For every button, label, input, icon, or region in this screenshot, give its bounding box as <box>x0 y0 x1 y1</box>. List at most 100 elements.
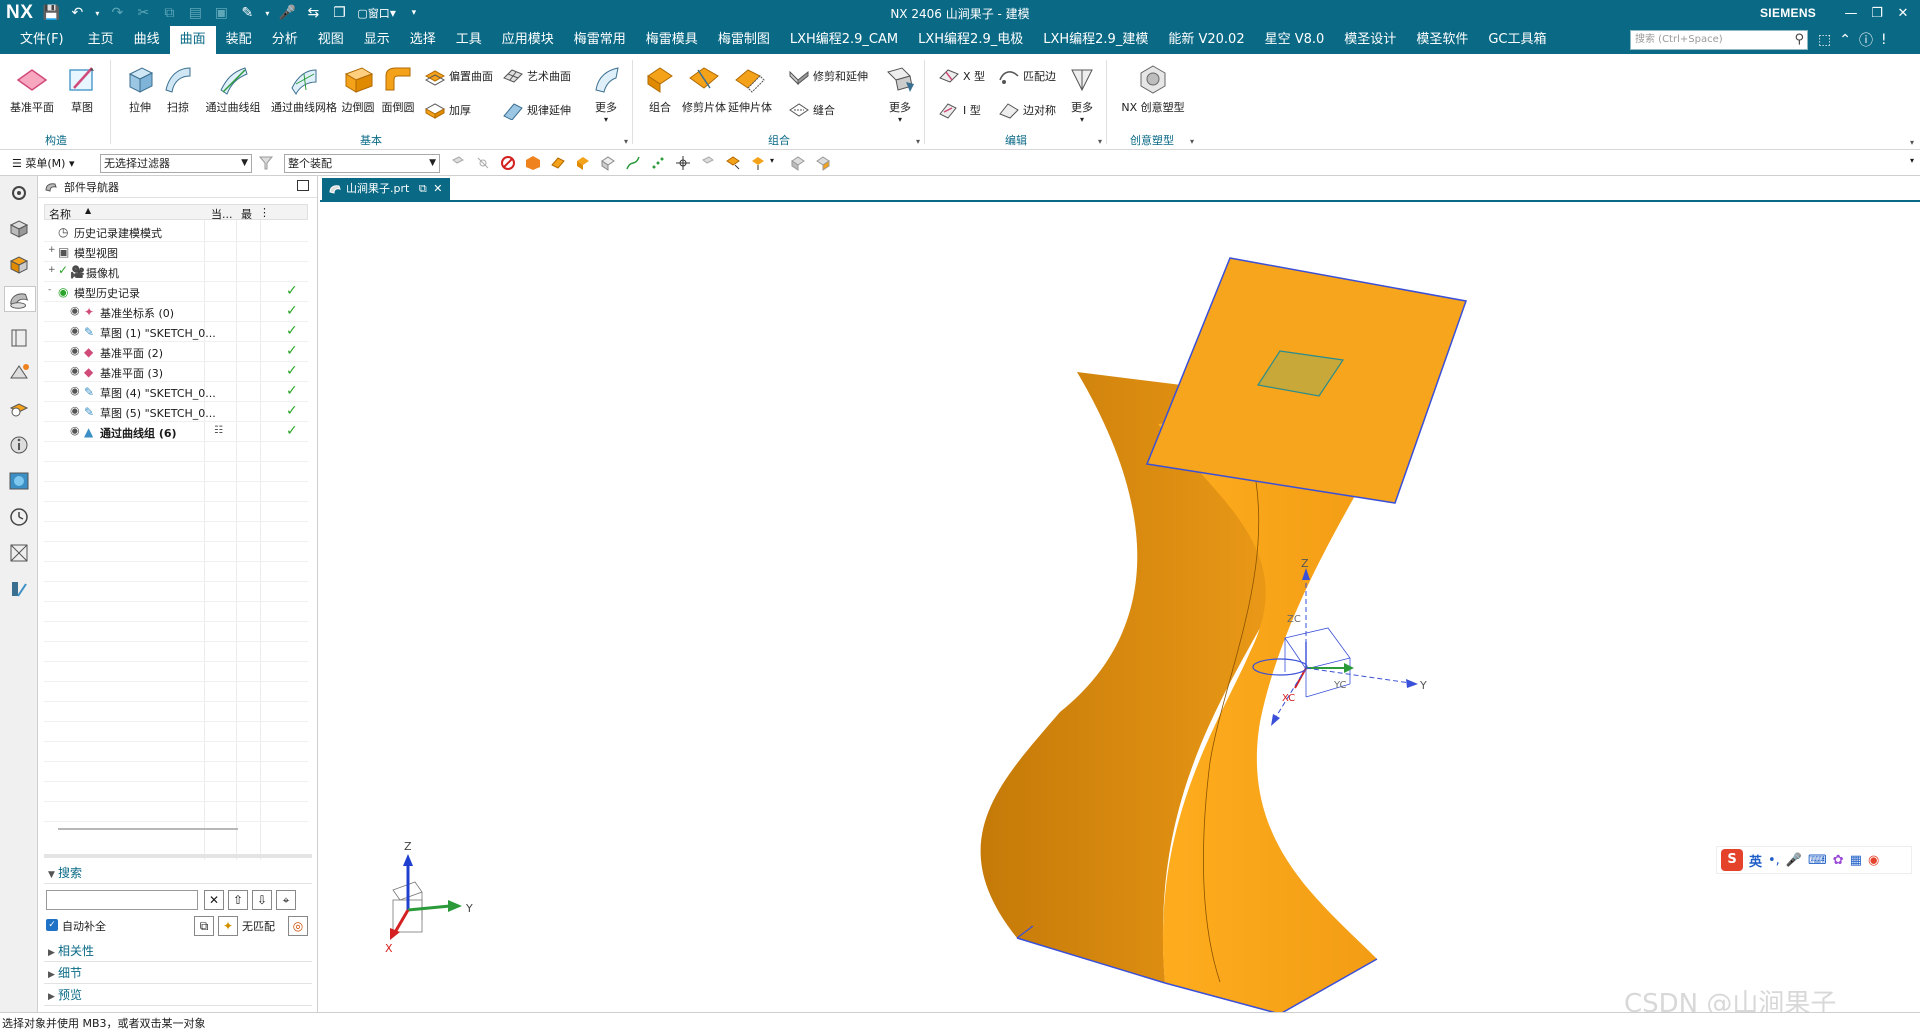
tab-float-icon[interactable]: ⧉ <box>419 182 427 195</box>
nx-creative-button[interactable]: NX 创意塑型 <box>1118 62 1188 115</box>
panel-splitter[interactable] <box>44 854 312 858</box>
visibility-eye-icon[interactable]: ◉ <box>70 304 80 317</box>
search-options-icon[interactable]: ⌖ <box>276 890 296 910</box>
history-clock-icon[interactable] <box>6 504 32 530</box>
settings-gear-icon[interactable] <box>6 180 32 206</box>
close-icon[interactable]: ✕ <box>1892 6 1914 21</box>
copy-icon[interactable]: ⧉ <box>159 3 179 23</box>
ime-voice-icon[interactable]: 🎤 <box>1786 853 1802 868</box>
fullscreen-icon[interactable]: ⬚ <box>1818 32 1831 48</box>
menu-surface[interactable]: 曲面 <box>169 26 216 54</box>
selection-filter-select[interactable]: 无选择过滤器 ▼ <box>100 154 252 173</box>
navigator-tree-row[interactable]: ◷ 历史记录建模模式 <box>44 222 308 242</box>
reuse-library-icon[interactable] <box>6 324 32 350</box>
collapse-node-icon[interactable]: - <box>48 285 51 295</box>
menu-assembly[interactable]: 装配 <box>216 26 262 54</box>
snap-dropdown-icon[interactable]: ▾ <box>770 156 774 165</box>
face-blend-button[interactable]: 面倒圆 <box>374 62 422 115</box>
sort-ascending-icon[interactable]: ▲ <box>85 206 91 215</box>
toolbar-options-dropdown-icon[interactable]: ▾ <box>1910 156 1914 165</box>
datum-plane-button[interactable]: 基准平面 <box>4 62 60 115</box>
x-form-button[interactable]: X 型 <box>938 66 985 86</box>
navigator-tree-row[interactable]: ◉ ◆ 基准平面 (2) ✓ <box>44 342 308 362</box>
alert-icon[interactable]: ! <box>1881 32 1887 48</box>
select-all-bodies-icon[interactable] <box>815 155 831 171</box>
snap-options-icon[interactable] <box>750 155 766 171</box>
visibility-eye-icon[interactable]: ◉ <box>70 364 80 377</box>
ime-language-toggle[interactable]: 英 <box>1749 851 1762 870</box>
trim-extend-button[interactable]: 修剪和延伸 <box>788 66 868 86</box>
system-materials-icon[interactable] <box>6 540 32 566</box>
filter-icon[interactable] <box>258 155 274 171</box>
sweep-button[interactable]: 扫掠 <box>150 62 206 115</box>
menu-meilei-common[interactable]: 梅雷常用 <box>564 26 636 54</box>
view-orientation-triad[interactable]: Z Y X <box>385 840 473 955</box>
collapse-ribbon-icon[interactable]: ⌃ <box>1839 32 1851 48</box>
ime-toolbox-icon[interactable]: ▦ <box>1850 853 1862 868</box>
search-section-header[interactable]: ▼ 搜索 <box>44 862 312 884</box>
through-curve-mesh-button[interactable]: 通过曲线网格 <box>268 62 340 115</box>
curve-select-icon[interactable] <box>625 155 641 171</box>
relations-section-header[interactable]: ▶ 相关性 <box>44 940 312 962</box>
constraint-navigator-icon[interactable] <box>6 252 32 278</box>
column-current-header[interactable]: 当... <box>211 206 233 222</box>
menu-tools[interactable]: 工具 <box>446 26 492 54</box>
studio-surface-button[interactable]: 艺术曲面 <box>502 66 571 86</box>
tab-close-icon[interactable]: ✕ <box>433 182 442 195</box>
preview-section-header[interactable]: ▶ 预览 <box>44 984 312 1006</box>
menu-xingkong[interactable]: 星空 V8.0 <box>1255 26 1335 54</box>
menu-file[interactable]: 文件(F) <box>0 26 78 54</box>
edge-symmetry-button[interactable]: 边对称 <box>998 100 1056 120</box>
redo-icon[interactable]: ↷ <box>107 3 127 23</box>
law-extension-button[interactable]: 规律延伸 <box>502 100 571 120</box>
snap-point-icon[interactable] <box>675 155 691 171</box>
i-form-button[interactable]: I 型 <box>938 100 981 120</box>
face-select-icon[interactable] <box>575 155 591 171</box>
navigator-tree-row[interactable]: ◉ ✎ 草图 (1) "SKETCH_0... ✓ <box>44 322 308 342</box>
clear-search-icon[interactable]: ✕ <box>204 890 224 910</box>
document-tab[interactable]: 山涧果子.prt ⧉ ✕ <box>322 178 451 200</box>
navigator-tree-row[interactable]: + ✓ 🎥 摄像机 <box>44 262 308 282</box>
offset-surface-button[interactable]: 偏置曲面 <box>424 66 493 86</box>
menu-mosheng-software[interactable]: 模圣软件 <box>1406 26 1478 54</box>
menu-button[interactable]: ☰ 菜单(M) ▾ <box>0 155 96 171</box>
sew-button[interactable]: 缝合 <box>788 100 835 120</box>
show-hidden-icon[interactable] <box>790 155 806 171</box>
maximize-panel-icon[interactable] <box>297 180 309 191</box>
selection-scope-select[interactable]: 整个装配 ▼ <box>284 154 440 173</box>
help-icon[interactable]: ⓘ <box>1859 30 1873 50</box>
microphone-icon[interactable]: 🎤 <box>277 3 297 23</box>
palette-icon[interactable] <box>6 468 32 494</box>
select-chain-icon[interactable] <box>700 155 716 171</box>
part-navigator-icon[interactable] <box>4 286 36 312</box>
navigator-tree-row[interactable]: + ▣ 模型视图 <box>44 242 308 262</box>
through-curves-button[interactable]: 通过曲线组 <box>200 62 266 115</box>
column-name-header[interactable]: 名称 <box>49 206 71 222</box>
customize-quick-access-icon[interactable]: ▾ <box>404 3 424 23</box>
group-edit-dropdown-icon[interactable]: ▾ <box>1098 137 1102 146</box>
info-icon[interactable] <box>6 432 32 458</box>
undo-icon[interactable]: ↶ <box>67 3 87 23</box>
sketch-button[interactable]: 草图 <box>54 62 110 115</box>
copy-results-icon[interactable]: ⧉ <box>194 916 214 936</box>
menu-analysis[interactable]: 分析 <box>262 26 308 54</box>
touch-dropdown-icon[interactable]: ▾ <box>263 3 271 23</box>
navigator-search-input[interactable] <box>46 890 198 910</box>
visibility-eye-icon[interactable]: ◉ <box>70 324 80 337</box>
ime-punctuation-icon[interactable]: •, <box>1768 853 1780 868</box>
menu-home[interactable]: 主页 <box>78 26 124 54</box>
ime-mascot-icon[interactable]: ◉ <box>1868 853 1879 868</box>
match-edge-button[interactable]: 匹配边 <box>998 66 1056 86</box>
more-combine-button[interactable]: 更多 ▾ <box>876 62 924 124</box>
paste-icon[interactable]: ▤ <box>185 3 205 23</box>
save-icon[interactable]: 💾 <box>41 3 61 23</box>
undo-dropdown-icon[interactable]: ▾ <box>93 3 101 23</box>
horizontal-scrollbar[interactable] <box>58 828 238 830</box>
solid-body-icon[interactable] <box>525 155 541 171</box>
thicken-button[interactable]: 加厚 <box>424 100 471 120</box>
sogou-logo-icon[interactable]: S <box>1721 849 1743 871</box>
menu-select[interactable]: 选择 <box>400 26 446 54</box>
navigator-tree-row[interactable]: ◉ ▲ 通过曲线组 (6) ☷ ✓ <box>44 422 308 442</box>
menu-nengxin[interactable]: 能新 V20.02 <box>1158 26 1254 54</box>
web-browser-icon[interactable] <box>6 396 32 422</box>
